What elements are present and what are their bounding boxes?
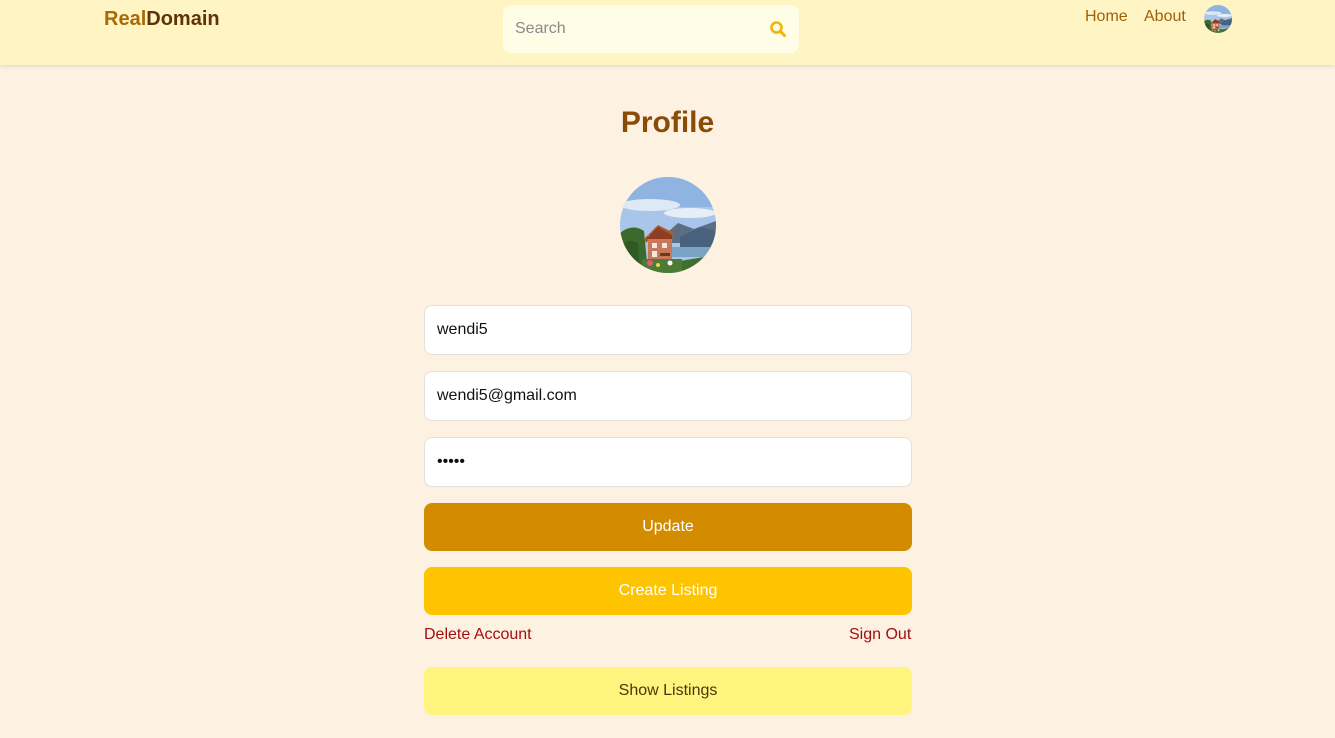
nav-home-link[interactable]: Home: [1085, 8, 1128, 26]
password-field[interactable]: [424, 437, 912, 487]
username-field[interactable]: [424, 305, 912, 355]
show-listings-button[interactable]: Show Listings: [424, 667, 912, 715]
logo-text-domain: Domain: [146, 8, 220, 30]
sign-out-link[interactable]: Sign Out: [849, 626, 911, 644]
search-icon[interactable]: [769, 20, 787, 38]
nav-about-link[interactable]: About: [1144, 8, 1186, 26]
profile-avatar[interactable]: [620, 177, 716, 273]
email-field[interactable]: [424, 371, 912, 421]
top-header: RealDomain Home About: [0, 0, 1335, 65]
site-logo[interactable]: RealDomain: [104, 8, 220, 30]
create-listing-button[interactable]: Create Listing: [424, 567, 912, 615]
search-input[interactable]: [515, 5, 755, 53]
update-button[interactable]: Update: [424, 503, 912, 551]
page-title: Profile: [620, 106, 715, 139]
delete-account-link[interactable]: Delete Account: [424, 626, 532, 644]
search-bar: [503, 5, 799, 53]
logo-text-real: Real: [104, 8, 147, 30]
user-avatar[interactable]: [1204, 5, 1232, 33]
